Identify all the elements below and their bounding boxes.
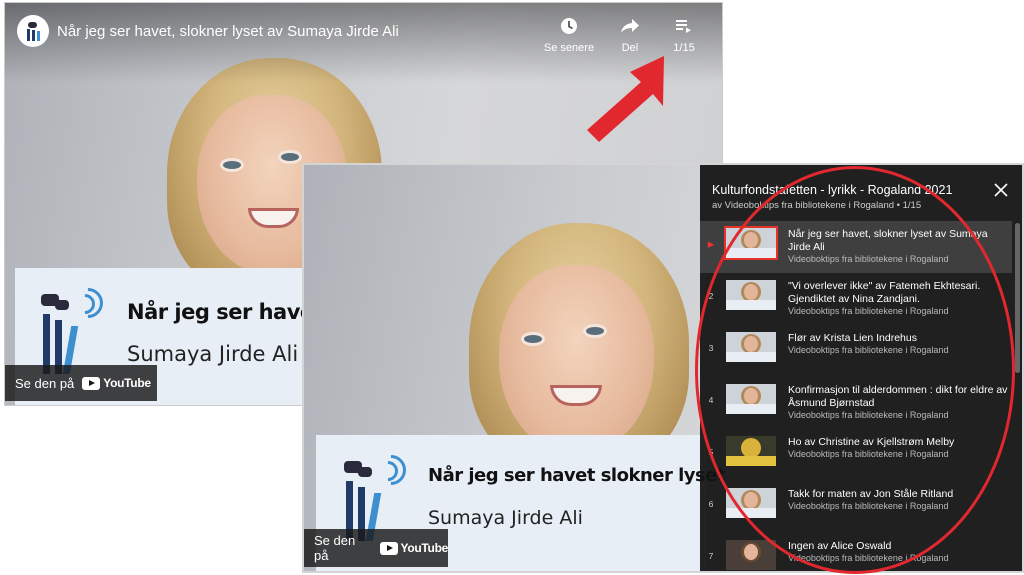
annotation-ellipse <box>695 166 1015 574</box>
youtube-logo: YouTube <box>379 541 449 555</box>
youtube-play-icon <box>82 376 101 390</box>
banner-title: Når jeg ser havet slokner lyset <box>428 465 726 486</box>
banner-subtitle: Sumaya Jirde Ali <box>428 507 583 529</box>
share-button[interactable]: Del <box>608 15 652 54</box>
playlist-item-index: 7 <box>708 551 714 561</box>
avatar-bubble <box>28 22 37 28</box>
person-eye <box>223 161 241 169</box>
annotation-arrow-icon <box>587 56 664 142</box>
youtube-label: YouTube <box>103 376 151 390</box>
person-eye <box>281 153 299 161</box>
close-button[interactable] <box>994 183 1008 197</box>
youtube-logo: YouTube <box>82 376 151 390</box>
logo-bubble <box>358 467 372 477</box>
watch-on-youtube-button[interactable]: Se den på YouTube <box>5 365 157 401</box>
logo-bubble <box>55 300 69 310</box>
close-icon <box>994 183 1008 197</box>
clock-icon <box>537 15 601 37</box>
video-thumbnail <box>726 540 776 570</box>
avatar-bar <box>27 29 30 41</box>
watch-on-label: Se den på <box>314 533 356 563</box>
now-playing-icon: ▶ <box>707 239 715 249</box>
youtube-label: YouTube <box>400 541 449 555</box>
playlist-counter: 1/15 <box>673 42 695 54</box>
banner-subtitle: Sumaya Jirde Ali <box>127 342 299 366</box>
watch-on-youtube-button[interactable]: Se den på YouTube <box>304 529 448 567</box>
watch-on-label: Se den på <box>15 375 75 391</box>
avatar-bar <box>32 30 35 41</box>
person-eye <box>586 327 604 335</box>
playlist-icon <box>662 15 706 37</box>
person-eye <box>524 335 542 343</box>
playlist-item-index: 6 <box>708 499 714 509</box>
playlist-button[interactable]: 1/15 <box>662 15 706 54</box>
logo-wave <box>66 281 110 325</box>
channel-avatar[interactable] <box>17 15 49 47</box>
video-title[interactable]: Når jeg ser havet, slokner lyset av Suma… <box>57 23 399 40</box>
thumbnail-face <box>744 544 758 560</box>
share-icon <box>608 15 652 37</box>
person-face <box>499 265 654 455</box>
youtube-play-icon <box>379 541 398 555</box>
avatar-bar <box>37 31 40 41</box>
watch-later-button[interactable]: Se senere <box>537 15 601 54</box>
logo-wave <box>369 448 413 492</box>
